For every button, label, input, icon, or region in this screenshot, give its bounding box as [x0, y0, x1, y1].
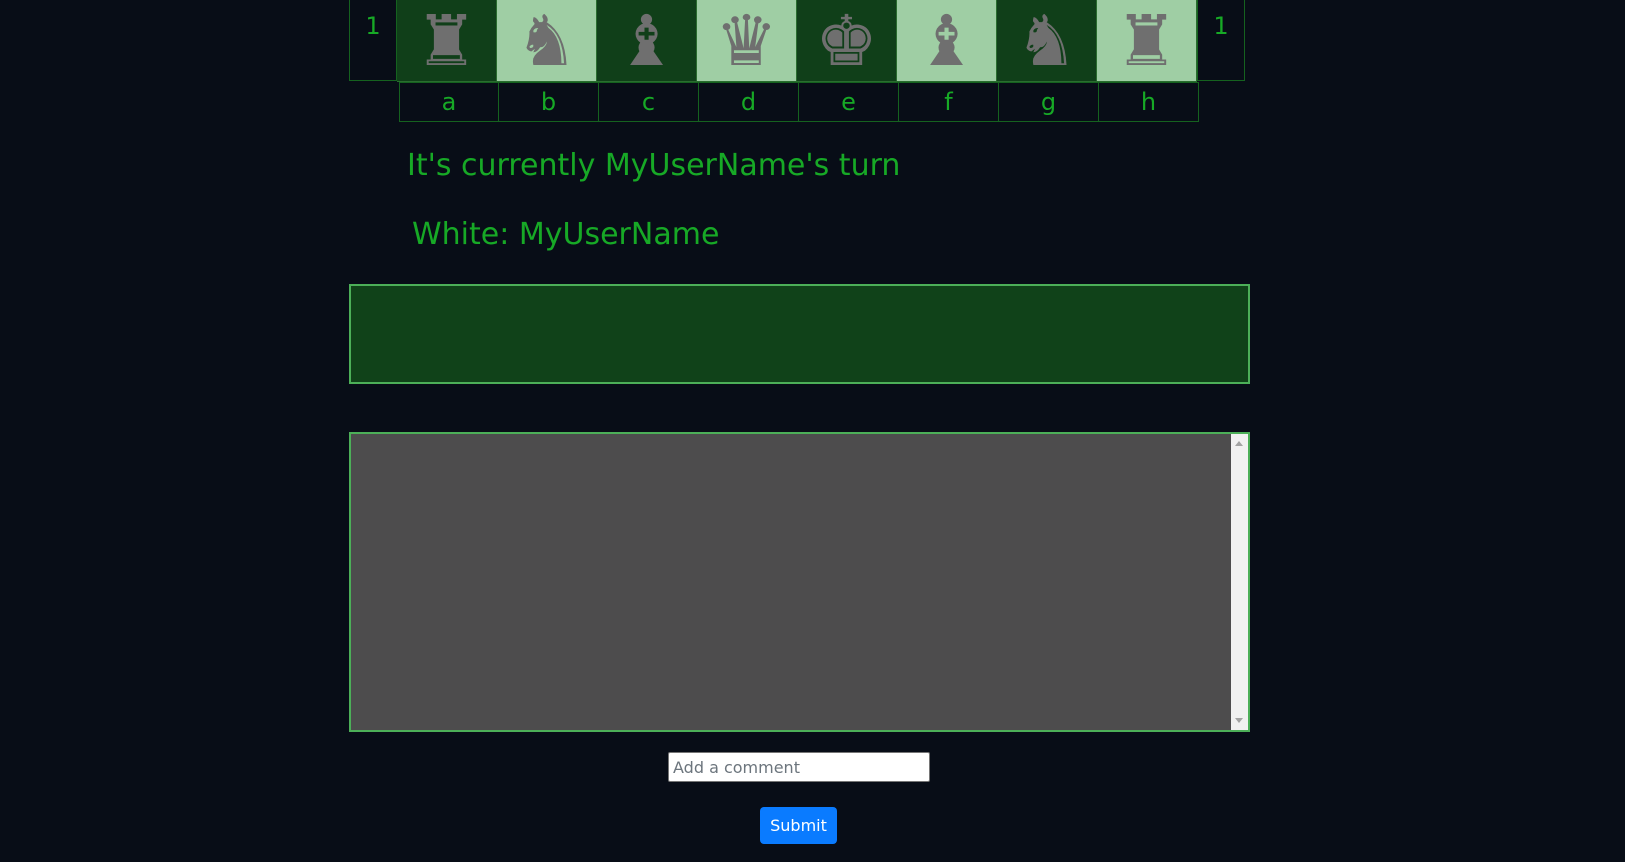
knight-icon[interactable]: ♞ [515, 6, 578, 76]
scroll-down-arrow-icon[interactable] [1235, 718, 1243, 723]
board-rank-1: 1 ♜ ♞ ♝ ♛ ♚ ♝ ♞ ♜ 1 [349, 0, 1245, 82]
file-label-d: d [699, 82, 799, 122]
bishop-icon[interactable]: ♝ [915, 6, 978, 76]
square-f1[interactable]: ♝ [897, 0, 997, 82]
comment-input[interactable] [668, 752, 930, 782]
file-label-c: c [599, 82, 699, 122]
comments-area[interactable] [349, 432, 1250, 732]
file-label-e: e [799, 82, 899, 122]
scroll-up-arrow-icon[interactable] [1235, 441, 1243, 446]
square-g1[interactable]: ♞ [997, 0, 1097, 82]
square-d1[interactable]: ♛ [697, 0, 797, 82]
bishop-icon[interactable]: ♝ [615, 6, 678, 76]
rank-label-left: 1 [349, 0, 397, 81]
square-h1[interactable]: ♜ [1097, 0, 1197, 82]
file-label-f: f [899, 82, 999, 122]
square-e1[interactable]: ♚ [797, 0, 897, 82]
comments-scrollbar[interactable] [1231, 434, 1248, 730]
king-icon[interactable]: ♚ [815, 6, 878, 76]
file-label-b: b [499, 82, 599, 122]
rook-icon[interactable]: ♜ [415, 6, 478, 76]
square-a1[interactable]: ♜ [397, 0, 497, 82]
file-label-a: a [399, 82, 499, 122]
message-panel [349, 284, 1250, 384]
submit-button[interactable]: Submit [760, 807, 837, 844]
square-c1[interactable]: ♝ [597, 0, 697, 82]
queen-icon[interactable]: ♛ [715, 6, 778, 76]
file-label-h: h [1099, 82, 1199, 122]
file-label-g: g [999, 82, 1099, 122]
file-labels: a b c d e f g h [399, 82, 1199, 122]
knight-icon[interactable]: ♞ [1015, 6, 1078, 76]
turn-status: It's currently MyUserName's turn [407, 148, 901, 183]
square-b1[interactable]: ♞ [497, 0, 597, 82]
white-player-label: White: MyUserName [412, 217, 720, 252]
rook-icon[interactable]: ♜ [1115, 6, 1178, 76]
rank-label-right: 1 [1197, 0, 1245, 81]
